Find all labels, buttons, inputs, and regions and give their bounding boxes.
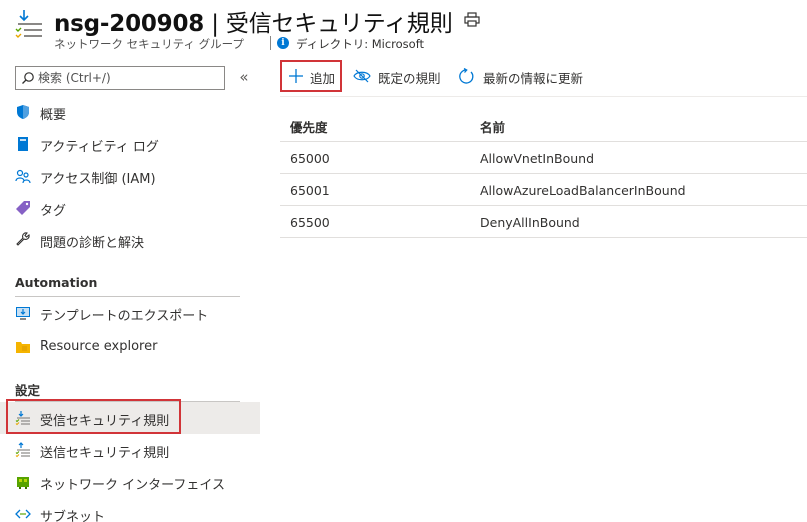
cell-name: AllowAzureLoadBalancerInBound (480, 183, 686, 198)
default-rules-label: 既定の規則 (378, 71, 441, 86)
cell-priority: 65500 (290, 215, 330, 230)
toolbar-divider (280, 96, 807, 97)
resource-type: ネットワーク セキュリティ グループ (54, 37, 244, 51)
resource-name: nsg-200908 (54, 11, 205, 37)
log-icon (18, 137, 28, 151)
table-bottom-border (280, 237, 807, 238)
sidebar-item-label: ネットワーク インターフェイス (40, 478, 225, 493)
cell-priority: 65000 (290, 151, 330, 166)
subnet-icon (15, 509, 31, 519)
sidebar-item-label: アクティビティ ログ (40, 140, 159, 155)
page-name: 受信セキュリティ規則 (225, 11, 453, 37)
column-header-priority[interactable]: 優先度 (290, 117, 328, 136)
sidebar-item-activity-log[interactable]: アクティビティ ログ (0, 128, 260, 160)
refresh-button[interactable]: 最新の情報に更新 (458, 64, 590, 90)
section-heading-settings: 設定 (15, 383, 41, 398)
search-input[interactable] (38, 69, 218, 87)
sidebar-item-overview[interactable]: 概要 (0, 96, 260, 128)
refresh-icon (459, 68, 474, 84)
column-header-name[interactable]: 名前 (480, 117, 505, 136)
table-row[interactable]: 65500 DenyAllInBound (280, 205, 807, 237)
sidebar-item-diagnose[interactable]: 問題の診断と解決 (0, 224, 260, 256)
table-row[interactable]: 65000 AllowVnetInBound (280, 141, 807, 173)
sidebar-item-subnets[interactable]: サブネット (0, 498, 260, 522)
print-icon[interactable] (463, 12, 481, 28)
sidebar-item-label: 概要 (40, 108, 67, 123)
page-header: nsg-200908 | 受信セキュリティ規則 ネットワーク セキュリティ グル… (0, 0, 807, 56)
sidebar-item-export-template[interactable]: テンプレートのエクスポート (0, 297, 260, 329)
sidebar-item-iam[interactable]: アクセス制御 (IAM) (0, 160, 260, 192)
sidebar-item-label: サブネット (40, 510, 106, 522)
outbound-rules-icon (15, 442, 30, 458)
search-box[interactable] (15, 66, 225, 90)
tag-icon (16, 201, 30, 215)
highlight-box-inbound-rules (6, 399, 181, 434)
sidebar-item-label: Resource explorer (40, 339, 158, 354)
table-row[interactable]: 65001 AllowAzureLoadBalancerInBound (280, 173, 807, 205)
sidebar-item-label: 送信セキュリティ規則 (40, 446, 170, 461)
info-icon: i (277, 37, 289, 49)
cell-name: DenyAllInBound (480, 215, 580, 230)
collapse-sidebar-button[interactable]: « (236, 68, 252, 88)
export-icon (16, 307, 30, 320)
inbound-rules-icon (15, 10, 42, 38)
section-heading-automation: Automation (15, 275, 98, 290)
refresh-label: 最新の情報に更新 (483, 71, 584, 86)
search-icon (22, 72, 34, 84)
sidebar-item-label: タグ (40, 204, 67, 219)
cell-name: AllowVnetInBound (480, 151, 595, 166)
sidebar-item-outbound-rules[interactable]: 送信セキュリティ規則 (0, 434, 260, 466)
sidebar-item-label: テンプレートのエクスポート (40, 309, 209, 324)
people-icon (15, 169, 31, 184)
shield-icon (17, 105, 29, 119)
sidebar-item-network-interfaces[interactable]: ネットワーク インターフェイス (0, 466, 260, 498)
page-title: nsg-200908 | 受信セキュリティ規則 (54, 4, 453, 38)
directory-label: ディレクトリ: Microsoft (296, 37, 425, 51)
highlight-box-add (280, 60, 342, 92)
hide-eye-icon (353, 69, 371, 83)
nic-icon (17, 477, 29, 489)
default-rules-button[interactable]: 既定の規則 (353, 64, 445, 90)
header-divider (270, 36, 271, 50)
sidebar-item-resource-explorer[interactable]: Resource explorer (0, 331, 260, 363)
sidebar-item-label: 問題の診断と解決 (40, 236, 145, 251)
sidebar-item-tags[interactable]: タグ (0, 192, 260, 224)
sidebar-item-label: アクセス制御 (IAM) (40, 172, 156, 187)
cell-priority: 65001 (290, 183, 330, 198)
title-separator: | (204, 11, 226, 37)
folder-icon (16, 342, 30, 353)
wrench-icon (16, 232, 30, 246)
